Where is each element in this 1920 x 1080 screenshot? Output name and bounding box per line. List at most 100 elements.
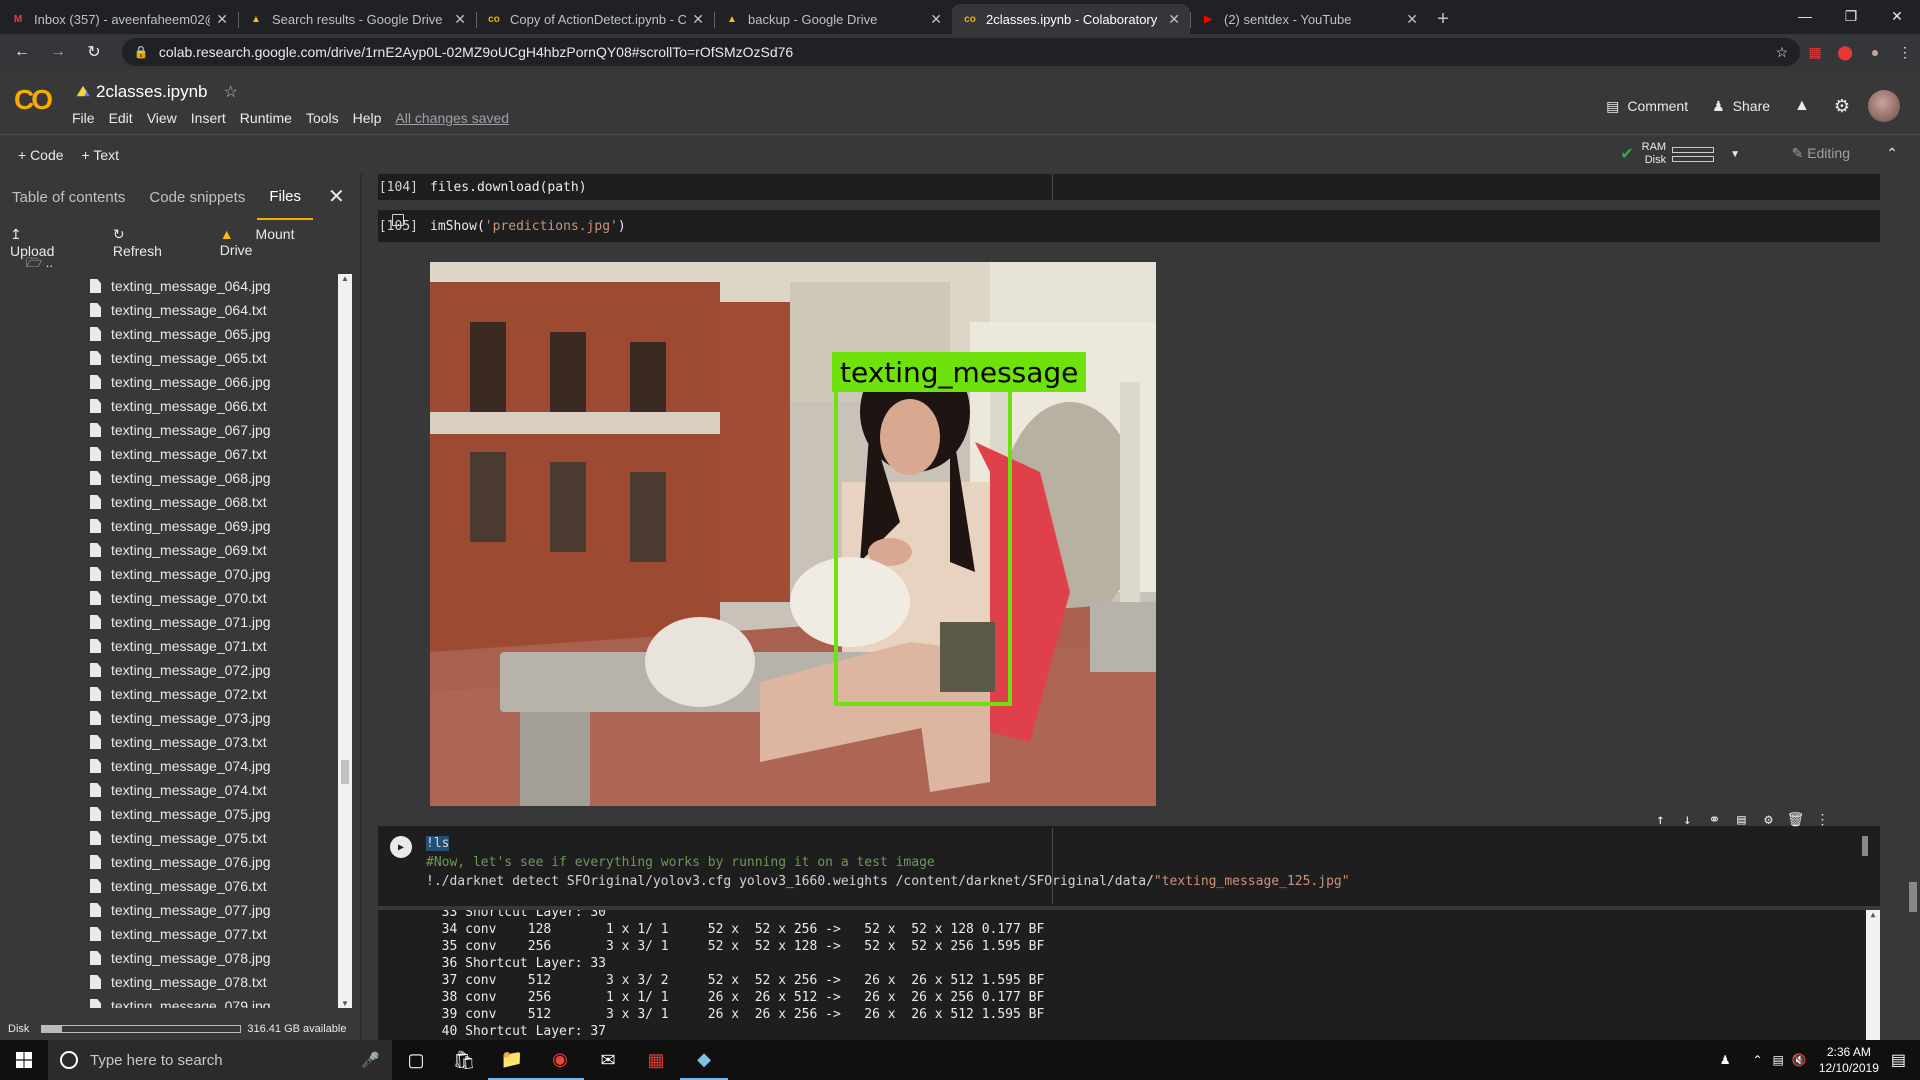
list-item[interactable]: texting_message_073.txt — [0, 730, 340, 754]
notebook-scrollbar[interactable] — [1904, 174, 1920, 1040]
minimize-icon[interactable]: — — [1782, 0, 1828, 32]
pdf-extension-icon[interactable]: ▦ — [1800, 38, 1830, 66]
more-icon[interactable]: ⋮ — [1809, 812, 1836, 828]
list-item[interactable]: texting_message_076.txt — [0, 874, 340, 898]
run-cell-button[interactable]: ▶ — [390, 836, 412, 858]
scroll-up-arrow-icon[interactable]: ▲ — [338, 274, 352, 283]
cell-scrollbar[interactable] — [1862, 836, 1868, 856]
scrollbar-thumb[interactable] — [341, 760, 349, 784]
delete-icon[interactable]: 🗑 — [1782, 812, 1809, 828]
app-icon[interactable]: ◆ — [680, 1040, 728, 1080]
address-bar[interactable]: 🔒 colab.research.google.com/drive/1rnE2A… — [121, 38, 1801, 66]
list-item[interactable]: texting_message_069.jpg — [0, 514, 340, 538]
microphone-icon[interactable]: 🎤 — [361, 1051, 380, 1069]
list-item[interactable]: texting_message_065.txt — [0, 346, 340, 370]
list-item[interactable]: texting_message_066.txt — [0, 394, 340, 418]
list-item[interactable]: texting_message_067.txt — [0, 442, 340, 466]
tab-code-snippets[interactable]: Code snippets — [137, 174, 257, 220]
file-explorer-icon[interactable]: 📁 — [488, 1040, 536, 1080]
notification-icon[interactable]: ▤ — [1891, 1050, 1906, 1070]
add-text-button[interactable]: + Text — [82, 147, 120, 163]
list-item[interactable]: texting_message_072.jpg — [0, 658, 340, 682]
list-item[interactable]: texting_message_079.jpg — [0, 994, 340, 1008]
comment-cell-icon[interactable]: ▤ — [1728, 812, 1755, 828]
close-tab-icon[interactable]: ✕ — [454, 11, 466, 28]
link-icon[interactable]: ⚭ — [1701, 812, 1728, 828]
code-line-1[interactable]: !ls — [426, 836, 450, 851]
windows-start-icon[interactable] — [0, 1040, 48, 1080]
cell-settings-icon[interactable]: ⚙ — [1755, 812, 1782, 828]
menu-item-tools[interactable]: Tools — [306, 110, 339, 126]
list-item[interactable]: texting_message_065.jpg — [0, 322, 340, 346]
list-item[interactable]: texting_message_074.txt — [0, 778, 340, 802]
new-tab-button[interactable]: + — [1428, 4, 1458, 34]
restore-icon[interactable]: ❐ — [1828, 0, 1874, 32]
list-item[interactable]: texting_message_068.txt — [0, 490, 340, 514]
list-item[interactable]: texting_message_077.jpg — [0, 898, 340, 922]
browser-tab[interactable]: ▲ backup - Google Drive ✕ — [714, 4, 952, 34]
list-item[interactable]: texting_message_073.jpg — [0, 706, 340, 730]
forward-icon[interactable]: → — [44, 38, 72, 66]
browser-tab[interactable]: co 2classes.ipynb - Colaboratory ✕ — [952, 4, 1190, 34]
browser-tab[interactable]: co Copy of ActionDetect.ipynb - Co ✕ — [476, 4, 714, 34]
list-item[interactable]: texting_message_066.jpg — [0, 370, 340, 394]
gear-icon[interactable]: ⚙ — [1834, 96, 1850, 117]
menu-item-edit[interactable]: Edit — [109, 110, 133, 126]
comment-button[interactable]: ▤ Comment — [1606, 98, 1688, 115]
star-icon[interactable]: ☆ — [224, 82, 238, 102]
menu-item-insert[interactable]: Insert — [191, 110, 226, 126]
extension-icon[interactable]: ⬤ — [1830, 38, 1860, 66]
code-cell-detect[interactable]: ▶ !ls #Now, let's see if everything work… — [378, 812, 1880, 906]
close-tab-icon[interactable]: ✕ — [930, 11, 942, 28]
browser-tab[interactable]: M Inbox (357) - aveenfaheem02@g ✕ — [0, 4, 238, 34]
menu-item-runtime[interactable]: Runtime — [240, 110, 292, 126]
browser-tab[interactable]: ▶ (2) sentdex - YouTube ✕ — [1190, 4, 1428, 34]
notebook-name[interactable]: 2classes.ipynb — [96, 82, 208, 102]
code-paren[interactable]: ) — [618, 219, 626, 234]
volume-muted-icon[interactable]: 🔇 — [1792, 1053, 1807, 1067]
close-panel-icon[interactable]: ✕ — [328, 184, 345, 209]
list-item[interactable]: texting_message_077.txt — [0, 922, 340, 946]
editing-mode[interactable]: ✎ Editing — [1792, 145, 1850, 162]
add-code-button[interactable]: + Code — [18, 147, 64, 163]
close-tab-icon[interactable]: ✕ — [692, 11, 704, 28]
menu-item-view[interactable]: View — [147, 110, 177, 126]
ram-disk-indicator[interactable]: ✔ RAM Disk ▼ — [1620, 141, 1740, 167]
list-item[interactable]: texting_message_068.jpg — [0, 466, 340, 490]
list-item[interactable]: texting_message_070.txt — [0, 586, 340, 610]
browser-tab[interactable]: ▲ Search results - Google Drive ✕ — [238, 4, 476, 34]
move-down-icon[interactable]: ↓ — [1674, 812, 1701, 828]
store-icon[interactable]: 🛍 — [440, 1040, 488, 1080]
taskbar-search[interactable]: Type here to search 🎤 — [48, 1040, 392, 1080]
list-item[interactable]: texting_message_075.jpg — [0, 802, 340, 826]
close-tab-icon[interactable]: ✕ — [1406, 11, 1418, 28]
clock[interactable]: 2:36 AM 12/10/2019 — [1819, 1044, 1879, 1076]
list-item[interactable]: texting_message_075.txt — [0, 826, 340, 850]
list-item[interactable]: texting_message_067.jpg — [0, 418, 340, 442]
list-item[interactable]: texting_message_076.jpg — [0, 850, 340, 874]
bookmark-star-icon[interactable]: ☆ — [1776, 44, 1789, 61]
list-item[interactable]: texting_message_070.jpg — [0, 562, 340, 586]
list-item[interactable]: texting_message_072.txt — [0, 682, 340, 706]
tray-chevron-icon[interactable]: ⌃ — [1752, 1053, 1762, 1067]
list-item[interactable]: texting_message_074.jpg — [0, 754, 340, 778]
back-icon[interactable]: ← — [8, 38, 36, 66]
code-line-3[interactable]: !./darknet detect SFOriginal/yolov3.cfg … — [426, 874, 1154, 889]
scrollbar-thumb[interactable] — [1909, 882, 1917, 912]
list-item[interactable]: texting_message_069.txt — [0, 538, 340, 562]
menu-item-file[interactable]: File — [72, 110, 95, 126]
list-item[interactable]: texting_message_071.jpg — [0, 610, 340, 634]
network-icon[interactable]: ▤ — [1773, 1053, 1784, 1067]
chevron-up-icon[interactable]: ⌃ — [1886, 145, 1898, 162]
chrome-icon[interactable]: ◉ — [536, 1040, 584, 1080]
refresh-button[interactable]: ↻ Refresh — [113, 226, 202, 259]
scroll-up-arrow-icon[interactable]: ▲ — [1866, 910, 1880, 919]
file-list-scrollbar[interactable]: ▲ ▼ — [338, 274, 352, 1008]
chrome-menu-icon[interactable]: ⋮ — [1890, 38, 1920, 66]
code-cell-105[interactable]: [105] imShow('predictions.jpg') — [378, 210, 1880, 242]
share-button[interactable]: ♟ Share — [1712, 98, 1770, 115]
output-icon[interactable] — [392, 214, 404, 226]
code-editor[interactable]: !ls #Now, let's see if everything works … — [426, 834, 1350, 891]
profile-icon[interactable]: ● — [1860, 38, 1890, 66]
list-item[interactable]: texting_message_078.txt — [0, 970, 340, 994]
